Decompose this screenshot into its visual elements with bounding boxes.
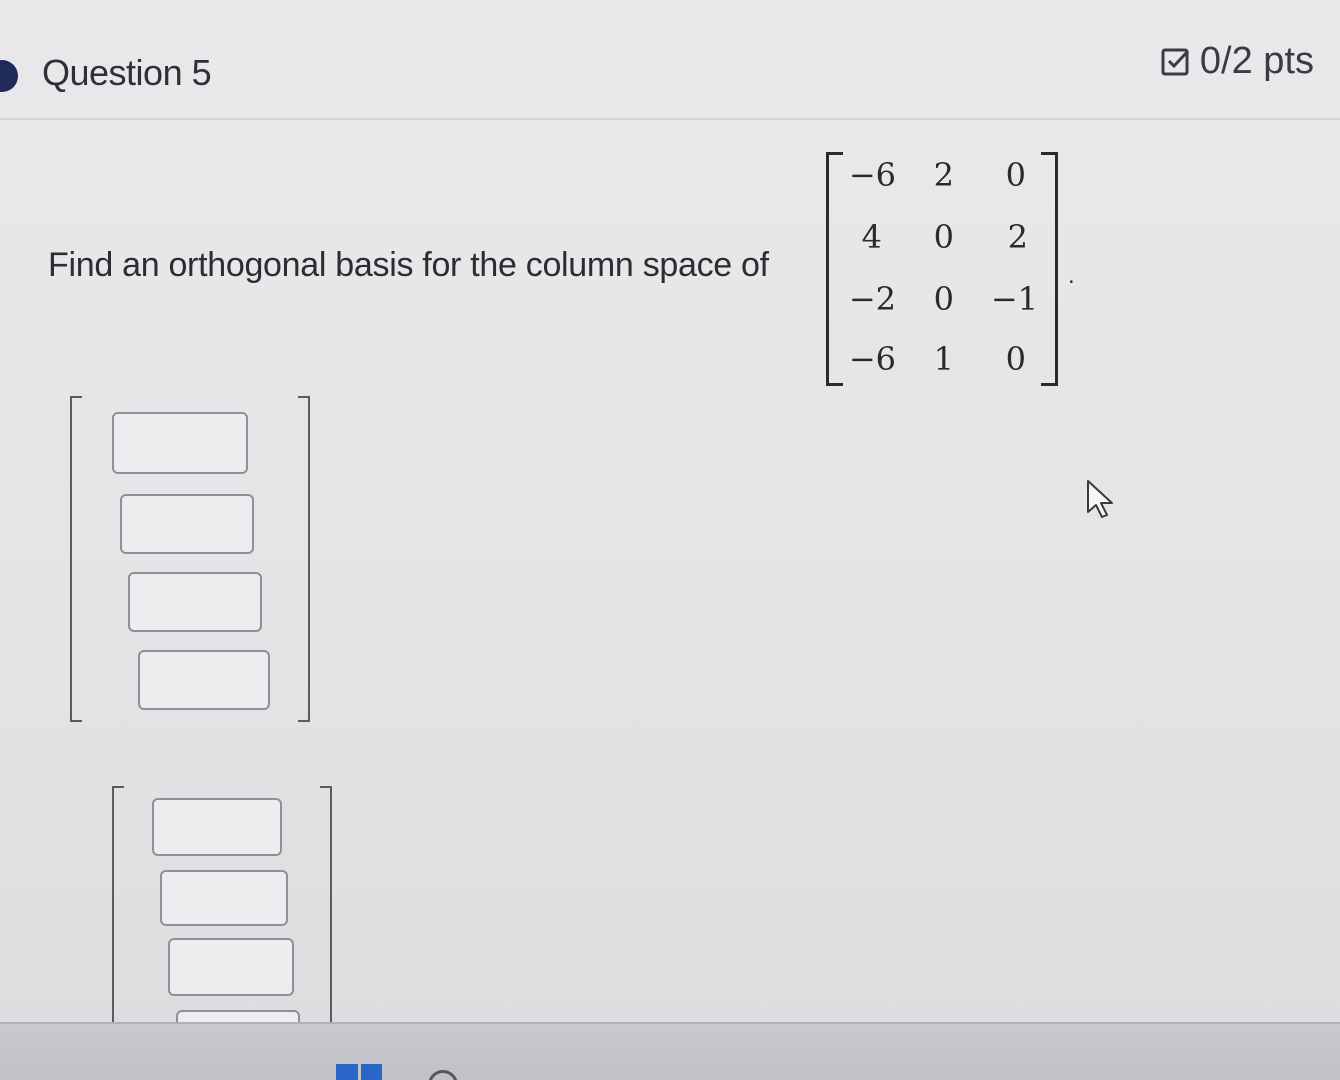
vector-2-entry-2[interactable]: [160, 870, 288, 926]
taskbar: [0, 1022, 1340, 1080]
vector-1-entry-4[interactable]: [138, 650, 270, 710]
quiz-page: Question 5 0/2 pts Find an orthogonal ba…: [0, 0, 1340, 1080]
question-prompt: Find an orthogonal basis for the column …: [48, 246, 769, 284]
question-title: Question 5: [42, 52, 212, 93]
coefficient-matrix: −6 2 0 4 0 2 −2 0 −1 −6 1 0: [822, 152, 1062, 386]
matrix-cell: −2: [848, 280, 896, 318]
vector-2-entry-1[interactable]: [152, 798, 282, 856]
basis-vector-2: [112, 786, 332, 1080]
windows-start-icon[interactable]: [336, 1064, 382, 1080]
checkbox-edit-icon: [1160, 45, 1194, 79]
matrix-cell: 0: [1005, 156, 1026, 194]
vector-1-entry-3[interactable]: [128, 572, 262, 632]
question-header: Question 5 0/2 pts: [0, 18, 1340, 120]
points-label: 0/2 pts: [1199, 40, 1314, 82]
matrix-cell: 0: [1005, 340, 1026, 378]
mouse-pointer-icon: [1084, 478, 1118, 525]
vector-left-bracket: [70, 396, 82, 722]
search-icon[interactable]: [428, 1070, 458, 1080]
matrix-cell: 0: [933, 218, 954, 256]
matrix-cell: 4: [861, 218, 882, 256]
matrix-cell: −6: [848, 156, 896, 194]
matrix-cell: 1: [933, 340, 954, 378]
matrix-cell: 2: [1007, 218, 1028, 256]
matrix-cell: −6: [848, 340, 896, 378]
vector-1-entry-1[interactable]: [112, 412, 248, 474]
matrix-right-bracket: [1041, 152, 1058, 386]
vector-1-entry-2[interactable]: [120, 494, 254, 554]
matrix-cell: −1: [990, 280, 1038, 318]
basis-vector-1: [70, 396, 310, 722]
matrix-cell: 0: [933, 280, 954, 318]
question-status-dot: [0, 60, 18, 92]
vector-right-bracket: [298, 396, 310, 722]
vector-2-entry-3[interactable]: [168, 938, 294, 996]
question-points: 0/2 pts: [1160, 40, 1314, 83]
prompt-period: .: [1068, 262, 1075, 289]
matrix-cell: 2: [933, 156, 954, 194]
